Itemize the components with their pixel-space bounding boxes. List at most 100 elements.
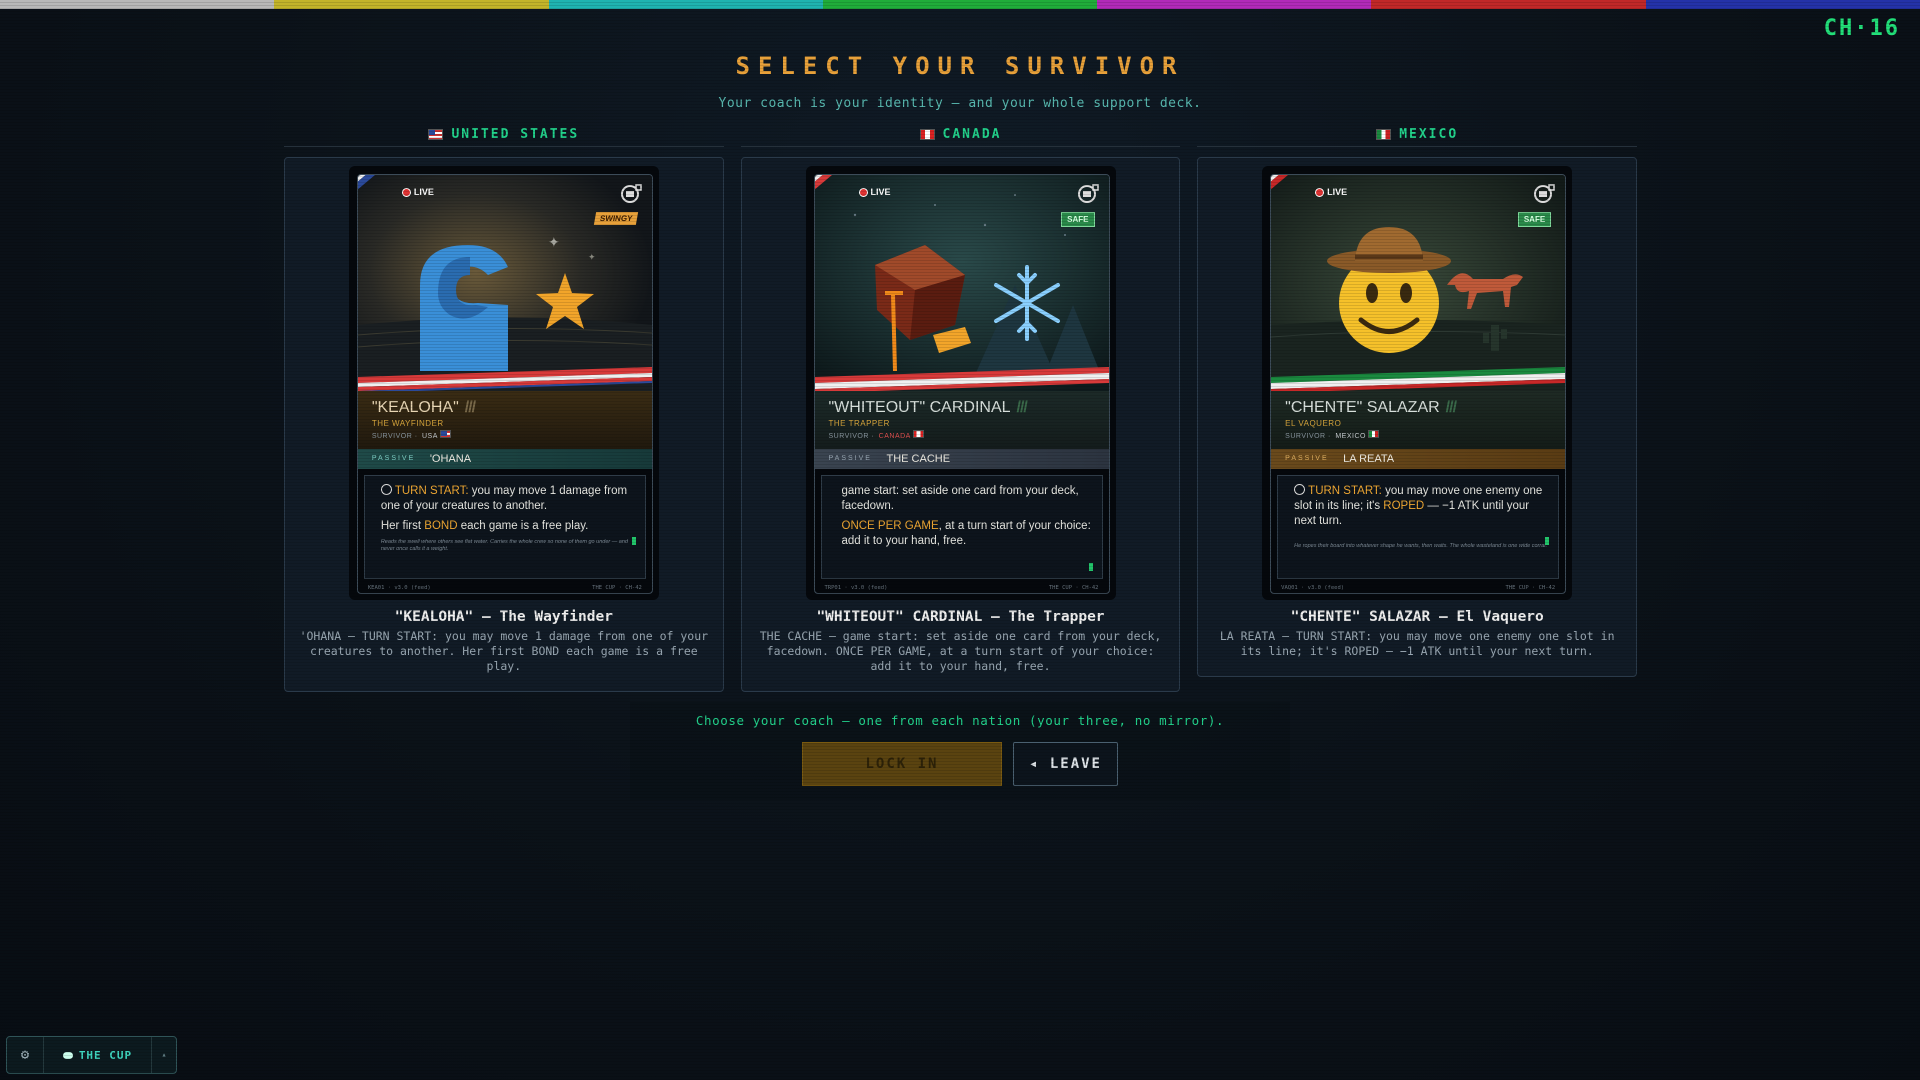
nameplate: "WHITEOUT" CARDINAL/// THE TRAPPER SURVI… — [814, 391, 1109, 449]
nation-stripes — [814, 367, 1109, 393]
color-bar-segment — [822, 0, 1098, 9]
card-art-salazar — [1271, 175, 1566, 391]
stopwatch-icon — [1294, 484, 1306, 495]
card-footer: TRP01 · v3.0 (feed) THE CUP · CH-42 — [824, 585, 1099, 591]
page-subtitle: Your coach is your identity — and your w… — [718, 96, 1202, 111]
live-dot-icon — [401, 187, 411, 197]
nameplate: "KEALOHA"/// THE WAYFINDER SURVIVOR · US… — [357, 391, 652, 449]
card-tag: SURVIVOR · CANADA — [829, 430, 924, 440]
canada-flag-icon — [919, 128, 935, 140]
card-art-cardinal — [814, 175, 1109, 391]
card-name: "KEALOHA"/// — [371, 399, 476, 416]
the-cup-button[interactable]: THE CUP — [44, 1049, 151, 1062]
card-footer: VAQ01 · v3.0 (feed) THE CUP · CH-42 — [1281, 585, 1556, 591]
passive-bar: PASSIVE 'OHANA — [357, 449, 652, 469]
column-canada: CANADA LIVE SAFE "WHITEOUT" CARDINAL ///… — [740, 122, 1181, 692]
canada-flag-icon — [912, 430, 924, 438]
camera-icon — [1534, 184, 1555, 203]
passive-bar: PASSIVE LA REATA — [1271, 449, 1566, 469]
card-name: "CHENTE" SALAZAR/// — [1285, 399, 1457, 416]
color-bar-segment — [274, 0, 549, 9]
coach-title: "WHITEOUT" CARDINAL — The Trapper — [816, 609, 1105, 625]
card-tag: SURVIVOR · MEXICO — [1285, 430, 1380, 440]
coach-description: 'OHANA — TURN START: you may move 1 dama… — [299, 629, 709, 673]
card-frame: LIVE SAFE "CHENTE" SALAZAR/// EL VAQUERO… — [1262, 166, 1573, 600]
usa-flag-icon — [439, 430, 451, 438]
passive-label: PASSIVE — [828, 455, 872, 462]
mexico-flag-icon — [1368, 430, 1380, 438]
nation-header-mexico: MEXICO — [1197, 122, 1638, 147]
nation-stripes — [357, 367, 652, 393]
passive-name: LA REATA — [1343, 453, 1395, 465]
risk-badge: SAFE — [1061, 212, 1095, 227]
survivor-option-salazar[interactable]: LIVE SAFE "CHENTE" SALAZAR/// EL VAQUERO… — [1197, 157, 1638, 677]
nation-label: CANADA — [942, 126, 1002, 142]
color-bar-segment — [548, 0, 823, 9]
usa-flag-icon — [428, 128, 444, 140]
mexico-flag-icon — [1376, 128, 1392, 140]
lock-in-button[interactable]: LOCK IN — [802, 742, 1002, 786]
card-role: THE WAYFINDER — [371, 419, 444, 428]
nameplate: "CHENTE" SALAZAR/// EL VAQUERO SURVIVOR … — [1271, 391, 1566, 449]
live-indicator: LIVE — [1315, 187, 1347, 197]
passive-bar: PASSIVE THE CACHE — [814, 449, 1109, 469]
nation-label: MEXICO — [1399, 126, 1459, 142]
coach-description: LA REATA — TURN START: you may move one … — [1219, 629, 1615, 658]
bottom-dock: ⚙ THE CUP ▴ — [6, 1036, 177, 1074]
card-footer: KEA01 · v3.0 (feed) THE CUP · CH-42 — [367, 585, 642, 591]
passive-label: PASSIVE — [371, 455, 416, 462]
card-rules-text: TURN START: you may move 1 damage from o… — [363, 475, 646, 579]
risk-badge: SWINGY — [594, 212, 639, 225]
flavor-text: Reads the swell where others see flat wa… — [380, 539, 628, 552]
passive-name: THE CACHE — [886, 453, 951, 465]
flavor-text: He ropes their board into whatever shape… — [1294, 543, 1548, 549]
survivor-option-cardinal[interactable]: LIVE SAFE "WHITEOUT" CARDINAL/// THE TRA… — [740, 157, 1181, 692]
nation-header-usa: UNITED STATES — [284, 122, 724, 147]
live-indicator: LIVE — [401, 187, 434, 197]
svg-text:✦: ✦ — [588, 253, 596, 263]
column-usa: UNITED STATES ✦ ✦ LIVE SWINGY "KEALOHA" … — [284, 122, 724, 692]
channel-indicator: CH·16 — [1823, 16, 1900, 41]
card-role: THE TRAPPER — [828, 419, 890, 428]
card-rules-text: game start: set aside one card from your… — [820, 475, 1103, 579]
coach-title: "CHENTE" SALAZAR — El Vaquero — [1290, 609, 1544, 625]
card-tag: SURVIVOR · USA — [372, 430, 451, 440]
card-frame: LIVE SAFE "WHITEOUT" CARDINAL/// THE TRA… — [805, 166, 1116, 600]
live-dot-icon — [1315, 187, 1325, 197]
chat-icon — [62, 1051, 73, 1059]
color-bar-segment — [1371, 0, 1646, 9]
survivor-columns: UNITED STATES ✦ ✦ LIVE SWINGY "KEALOHA" … — [284, 122, 1638, 692]
color-bar-segment — [0, 0, 275, 9]
survivor-option-kealoha[interactable]: ✦ ✦ LIVE SWINGY "KEALOHA" /// THE WAYFIN… — [284, 157, 724, 692]
card-name: "WHITEOUT" CARDINAL/// — [828, 399, 1028, 416]
color-bar — [0, 0, 1920, 9]
status-pip — [631, 537, 636, 545]
survivor-card: LIVE SAFE "CHENTE" SALAZAR/// EL VAQUERO… — [1270, 174, 1567, 594]
color-bar-segment — [1645, 0, 1920, 9]
passive-label: PASSIVE — [1285, 455, 1329, 462]
nation-label: UNITED STATES — [451, 126, 580, 142]
survivor-card: ✦ ✦ LIVE SWINGY "KEALOHA" /// THE WAYFIN… — [356, 174, 653, 594]
coach-description: THE CACHE — game start: set aside one ca… — [759, 629, 1162, 673]
card-frame: ✦ ✦ LIVE SWINGY "KEALOHA" /// THE WAYFIN… — [348, 166, 659, 600]
live-dot-icon — [858, 187, 868, 197]
risk-badge: SAFE — [1517, 212, 1552, 227]
instruction-text: Choose your coach — one from each nation… — [695, 713, 1225, 728]
passive-name: 'OHANA — [429, 453, 472, 465]
camera-icon — [1077, 184, 1099, 203]
survivor-card: LIVE SAFE "WHITEOUT" CARDINAL/// THE TRA… — [813, 174, 1110, 594]
live-indicator: LIVE — [858, 187, 891, 197]
coach-title: "KEALOHA" — The Wayfinder — [394, 609, 613, 625]
stopwatch-icon — [380, 484, 392, 495]
card-role: EL VAQUERO — [1285, 419, 1342, 428]
gear-icon[interactable]: ⚙ — [7, 1037, 44, 1073]
nation-header-canada: CANADA — [740, 122, 1181, 147]
card-rules-text: TURN START: you may move one enemy one s… — [1277, 475, 1560, 579]
nation-stripes — [1271, 367, 1566, 393]
chevron-up-icon[interactable]: ▴ — [151, 1037, 176, 1073]
leave-button[interactable]: ◂ LEAVE — [1013, 742, 1118, 786]
camera-icon — [620, 184, 642, 203]
column-mexico: MEXICO LIVE SAFE "CHENTE" SALAZAR /// EL… — [1197, 122, 1638, 692]
page-title: SELECT YOUR SURVIVOR — [735, 52, 1185, 80]
status-pip — [1088, 563, 1093, 571]
